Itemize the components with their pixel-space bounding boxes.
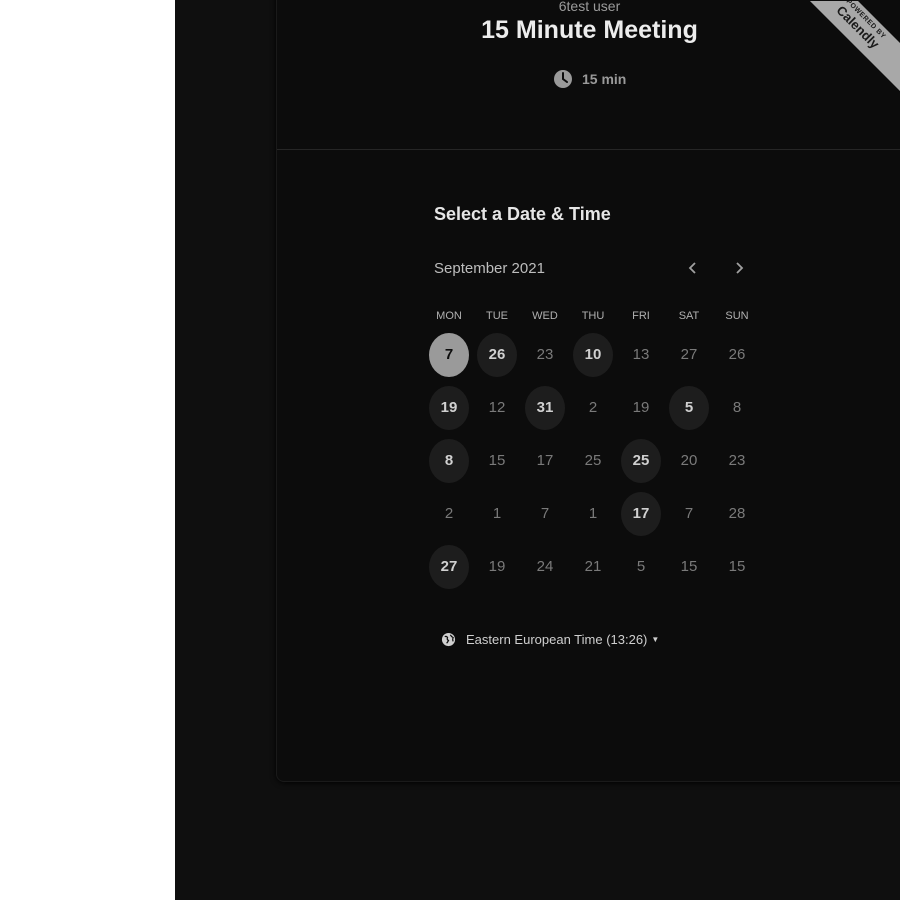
day-number: 21 xyxy=(584,558,602,575)
day-number: 7 xyxy=(540,505,550,522)
day-number: 2 xyxy=(588,399,598,416)
calendar-day-unavailable: 2 xyxy=(425,487,473,540)
day-number: 7 xyxy=(684,505,694,522)
calendar-day-unavailable: 20 xyxy=(665,434,713,487)
day-number: 2 xyxy=(444,505,454,522)
duration-label: 15 min xyxy=(582,71,627,87)
weekday-header: MON TUE WED THU FRI SAT SUN xyxy=(425,310,761,322)
calendar-day-selected[interactable]: 7 xyxy=(425,328,473,381)
calendar-day-unavailable: 1 xyxy=(473,487,521,540)
day-number: 24 xyxy=(536,558,554,575)
day-number: 17 xyxy=(536,452,554,469)
day-number: 20 xyxy=(680,452,698,469)
weekday-label: SAT xyxy=(678,310,700,322)
day-number: 7 xyxy=(429,332,469,377)
day-number: 31 xyxy=(525,385,565,430)
calendar-day-unavailable: 15 xyxy=(473,434,521,487)
prev-month-button[interactable] xyxy=(682,257,704,279)
day-number: 26 xyxy=(728,346,746,363)
day-number: 19 xyxy=(429,385,469,430)
day-number: 23 xyxy=(728,452,746,469)
calendar-day-available[interactable]: 5 xyxy=(665,381,713,434)
calendar-grid: MON TUE WED THU FRI SAT SUN 7 26 23 10 13 27 26 19 12 3… xyxy=(425,310,761,593)
calendar-day-available[interactable]: 31 xyxy=(521,381,569,434)
calendar-day-unavailable: 19 xyxy=(617,381,665,434)
day-number: 12 xyxy=(488,399,506,416)
calendar-day-unavailable: 13 xyxy=(617,328,665,381)
calendar-day-unavailable: 15 xyxy=(665,540,713,593)
day-number: 19 xyxy=(632,399,650,416)
calendar-day-available[interactable]: 10 xyxy=(569,328,617,381)
calendar-day-unavailable: 1 xyxy=(569,487,617,540)
day-number: 19 xyxy=(488,558,506,575)
globe-icon xyxy=(441,632,456,647)
calendar-day-unavailable: 2 xyxy=(569,381,617,434)
clock-icon xyxy=(554,70,572,88)
section-title: Select a Date & Time xyxy=(434,204,611,224)
day-number: 28 xyxy=(728,505,746,522)
calendar-day-unavailable: 8 xyxy=(713,381,761,434)
calendar-day-available[interactable]: 25 xyxy=(617,434,665,487)
weekday-label: FRI xyxy=(632,310,650,322)
weekday-label: SUN xyxy=(725,310,749,322)
caret-down-icon: ▼ xyxy=(651,635,660,644)
calendar-day-unavailable: 25 xyxy=(569,434,617,487)
day-number: 15 xyxy=(728,558,746,575)
chevron-right-icon xyxy=(736,262,744,274)
day-number: 5 xyxy=(669,385,709,430)
calendar-day-available[interactable]: 27 xyxy=(425,540,473,593)
calendar-day-unavailable: 7 xyxy=(521,487,569,540)
day-number: 8 xyxy=(732,399,742,416)
calendar-day-unavailable: 21 xyxy=(569,540,617,593)
calendar-day-available[interactable]: 17 xyxy=(617,487,665,540)
next-month-button[interactable] xyxy=(728,257,750,279)
booking-card: 6test user 15 Minute Meeting 15 min POWE… xyxy=(276,0,900,782)
calendar-days: 7 26 23 10 13 27 26 19 12 31 2 19 5 8 8 15 17 25 25 20 23 2 1 7… xyxy=(425,328,761,593)
day-number: 26 xyxy=(477,332,517,377)
day-number: 10 xyxy=(573,332,613,377)
weekday-label: WED xyxy=(532,310,558,322)
calendar-day-unavailable: 15 xyxy=(713,540,761,593)
event-duration: 15 min xyxy=(553,69,626,89)
day-number: 25 xyxy=(584,452,602,469)
chevron-left-icon xyxy=(688,262,696,274)
calendar-day-unavailable: 27 xyxy=(665,328,713,381)
calendar-day-unavailable: 28 xyxy=(713,487,761,540)
day-number: 17 xyxy=(621,491,661,536)
powered-by-badge[interactable]: POWERED BY Calendly xyxy=(792,1,900,91)
calendar-day-unavailable: 7 xyxy=(665,487,713,540)
day-number: 25 xyxy=(621,438,661,483)
day-number: 27 xyxy=(429,544,469,589)
timezone-selector[interactable]: Eastern European Time (13:26) ▼ xyxy=(441,632,659,647)
calendar-day-available[interactable]: 8 xyxy=(425,434,473,487)
weekday-label: TUE xyxy=(486,310,508,322)
calendar-day-unavailable: 23 xyxy=(521,328,569,381)
current-month: September 2021 xyxy=(434,260,545,277)
day-number: 8 xyxy=(429,438,469,483)
day-number: 23 xyxy=(536,346,554,363)
day-number: 15 xyxy=(488,452,506,469)
timezone-label: Eastern European Time (13:26) xyxy=(466,632,648,647)
day-number: 1 xyxy=(588,505,598,522)
calendar-day-available[interactable]: 19 xyxy=(425,381,473,434)
calendar-day-unavailable: 24 xyxy=(521,540,569,593)
calendar-day-unavailable: 19 xyxy=(473,540,521,593)
calendar-day-unavailable: 26 xyxy=(713,328,761,381)
day-number: 15 xyxy=(680,558,698,575)
day-number: 27 xyxy=(680,346,698,363)
day-number: 5 xyxy=(636,558,646,575)
calendar-day-unavailable: 12 xyxy=(473,381,521,434)
weekday-label: THU xyxy=(581,310,605,322)
calendar-day-unavailable: 23 xyxy=(713,434,761,487)
weekday-label: MON xyxy=(436,310,462,322)
calendar-day-unavailable: 17 xyxy=(521,434,569,487)
badge-brand: Calendly xyxy=(833,2,883,52)
calendar-day-unavailable: 5 xyxy=(617,540,665,593)
calendar-day-available[interactable]: 26 xyxy=(473,328,521,381)
day-number: 13 xyxy=(632,346,650,363)
day-number: 1 xyxy=(492,505,502,522)
